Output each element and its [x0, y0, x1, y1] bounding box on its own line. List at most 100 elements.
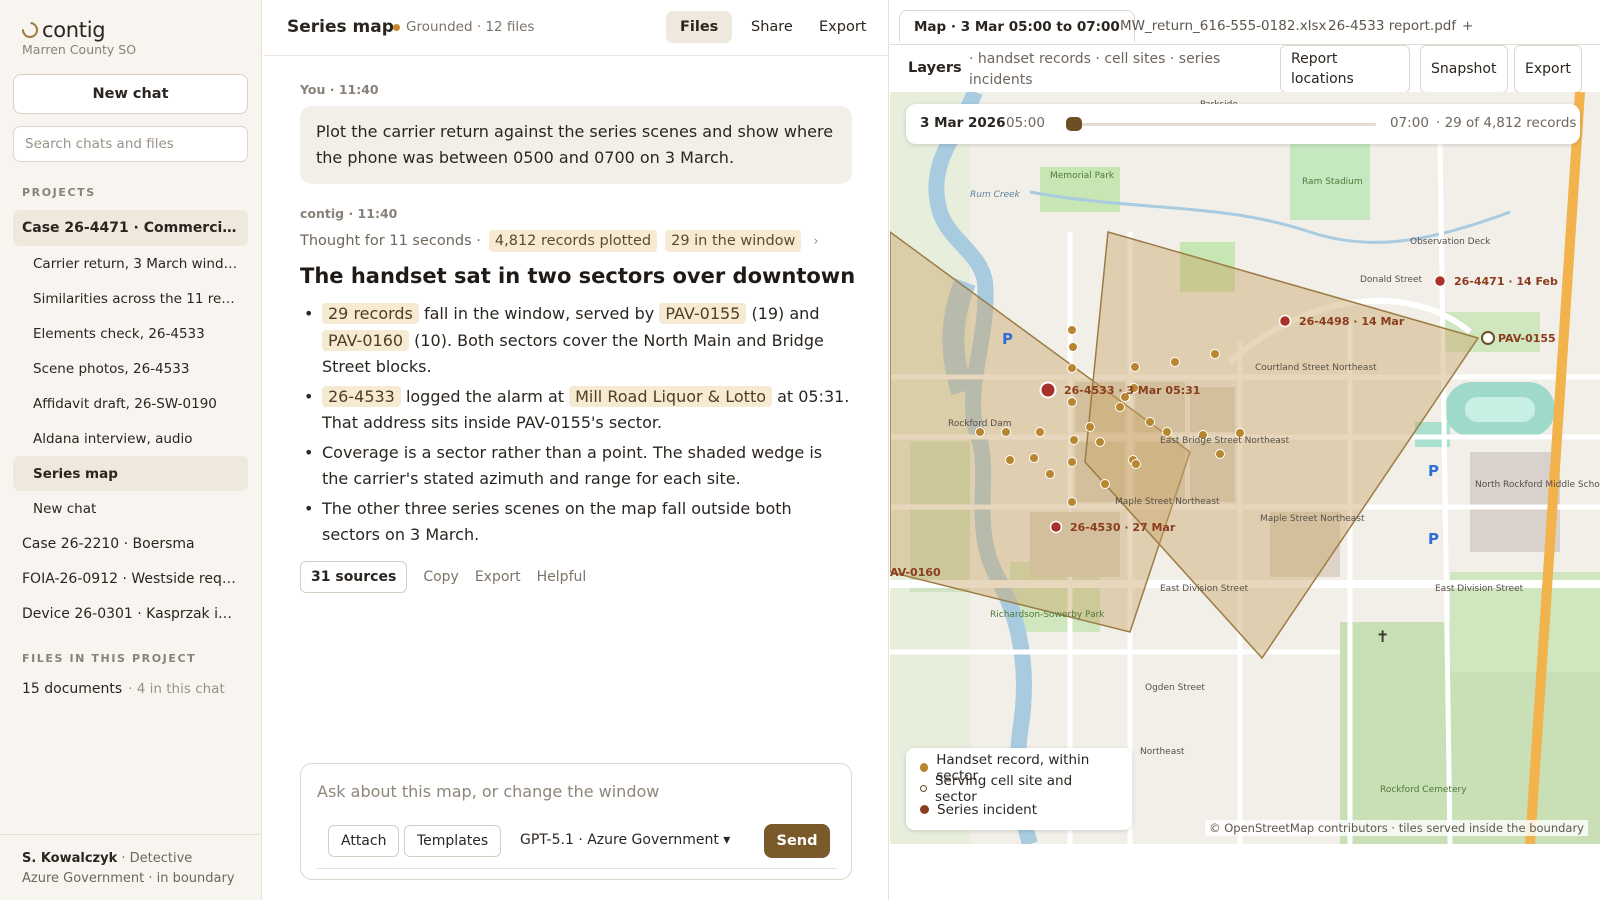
chat-item[interactable]: New chat	[13, 491, 248, 526]
share-button[interactable]: Share	[737, 11, 807, 43]
model-select[interactable]: GPT-5.1 · Azure Government ▾	[520, 832, 730, 848]
cell-site-ring-icon	[920, 785, 927, 792]
chat-pane: Series map Grounded · 12 files Files Sha…	[263, 0, 889, 900]
report-locations-button[interactable]: Report locations	[1280, 45, 1410, 93]
chevron-right-icon[interactable]: ›	[813, 234, 818, 249]
handset-record[interactable]	[1068, 342, 1078, 352]
new-chat-button[interactable]: New chat	[13, 74, 248, 114]
handset-record[interactable]	[1067, 363, 1077, 373]
map-canvas[interactable]: PAV-0155 AV-0160 26-4471 · 14 Feb 26-449…	[890, 92, 1600, 844]
thought-pill: 4,812 records plotted	[488, 230, 658, 252]
send-button[interactable]: Send	[764, 824, 830, 858]
svg-text:Northeast: Northeast	[1140, 747, 1185, 757]
handset-record[interactable]	[1115, 402, 1125, 412]
snapshot-button[interactable]: Snapshot	[1420, 45, 1508, 93]
add-tab-button[interactable]: +	[1448, 10, 1487, 42]
handset-record[interactable]	[1069, 435, 1079, 445]
cell-site-label: AV-0160	[890, 566, 941, 579]
layers-label[interactable]: Layers	[908, 60, 962, 76]
svg-text:Rockford Cemetery: Rockford Cemetery	[1380, 785, 1467, 795]
handset-record[interactable]	[1067, 325, 1077, 335]
user-environment: Azure Government · in boundary	[22, 871, 235, 886]
copy-button[interactable]: Copy	[423, 569, 459, 585]
handset-record[interactable]	[1067, 457, 1077, 467]
handset-record[interactable]	[1045, 469, 1055, 479]
handset-record[interactable]	[1085, 422, 1095, 432]
cell-site-pav-0155[interactable]	[1481, 331, 1495, 345]
chat-item[interactable]: Carrier return, 3 March window	[13, 246, 248, 281]
time-slider-track[interactable]	[1066, 117, 1376, 131]
citation-chip[interactable]: Mill Road Liquor & Lotto	[569, 385, 772, 407]
files-summary[interactable]: 15 documents · 4 in this chat	[22, 681, 225, 697]
handset-record[interactable]	[1035, 427, 1045, 437]
brand[interactable]: contig	[18, 18, 106, 42]
handset-record[interactable]	[1029, 453, 1039, 463]
chat-item[interactable]: Affidavit draft, 26-SW-0190	[13, 386, 248, 421]
time-slider-handle[interactable]	[1066, 117, 1082, 131]
svg-text:Maple Street Northeast: Maple Street Northeast	[1115, 497, 1220, 507]
user-message: Plot the carrier return against the seri…	[300, 106, 852, 184]
chat-item[interactable]: Similarities across the 11 reports	[13, 281, 248, 316]
search-input[interactable]	[13, 126, 248, 162]
attach-button[interactable]: Attach	[328, 825, 400, 857]
handset-record[interactable]	[1005, 455, 1015, 465]
layers-bar: Layers · handset records · cell sites · …	[890, 44, 1600, 93]
project-case-26-4471[interactable]: Case 26-4471 · Commercial burglary serie…	[13, 210, 248, 246]
chat-item[interactable]: Scene photos, 26-4533	[13, 351, 248, 386]
handset-record[interactable]	[1095, 437, 1105, 447]
incident-label: 26-4471 · 14 Feb	[1454, 275, 1558, 288]
handset-record[interactable]	[1131, 459, 1141, 469]
handset-record[interactable]	[1130, 362, 1140, 372]
series-incident-highlighted[interactable]	[1039, 381, 1057, 399]
export-message-button[interactable]: Export	[475, 569, 521, 585]
svg-text:Observation Deck: Observation Deck	[1410, 237, 1491, 247]
handset-record[interactable]	[1170, 357, 1180, 367]
tab-carrier-return[interactable]: MW_return_616-555-0182.xlsx	[1106, 10, 1340, 42]
svg-text:East Division Street: East Division Street	[1435, 584, 1524, 594]
citation-chip[interactable]: PAV-0155	[659, 303, 747, 324]
map-export-button[interactable]: Export	[1514, 45, 1582, 93]
handset-record[interactable]	[1145, 417, 1155, 427]
series-incident[interactable]	[1049, 520, 1063, 534]
tab-report-pdf[interactable]: 26-4533 report.pdf	[1314, 10, 1470, 42]
svg-text:East Bridge Street Northeast: East Bridge Street Northeast	[1160, 436, 1290, 446]
user-footer[interactable]: S. Kowalczyk · Detective Azure Governmen…	[0, 834, 261, 900]
map-svg[interactable]: PAV-0155 AV-0160 26-4471 · 14 Feb 26-449…	[890, 92, 1600, 844]
tab-map[interactable]: Map · 3 Mar 05:00 to 07:00	[899, 10, 1135, 42]
time-end: 07:00	[1390, 115, 1429, 131]
time-window-bar[interactable]: 3 Mar 2026 05:00 07:00 · 29 of 4,812 rec…	[906, 104, 1580, 144]
parking-icon: P	[1428, 530, 1439, 548]
handset-record[interactable]	[1215, 449, 1225, 459]
project-item[interactable]: FOIA-26-0912 · Westside request	[13, 561, 248, 596]
svg-text:Ram Stadium: Ram Stadium	[1302, 177, 1363, 187]
series-incident[interactable]	[1433, 274, 1447, 288]
user-message-meta: You · 11:40	[300, 82, 379, 97]
export-button[interactable]: Export	[805, 11, 880, 43]
thought-summary[interactable]: Thought for 11 seconds · 4,812 records p…	[300, 230, 819, 252]
message-input[interactable]	[317, 778, 837, 804]
handset-record[interactable]	[1210, 349, 1220, 359]
grounded-status: Grounded · 12 files	[393, 19, 534, 35]
svg-text:Richardson-Sowerby Park: Richardson-Sowerby Park	[990, 610, 1105, 620]
citation-chip[interactable]: 26-4533	[322, 385, 401, 407]
citation-chip[interactable]: 29 records	[322, 303, 419, 324]
svg-text:Rockford Dam: Rockford Dam	[948, 419, 1012, 429]
project-item[interactable]: Device 26-0301 · Kasprzak iPhone	[13, 596, 248, 631]
chat-title: Series map	[287, 17, 394, 37]
sidebar: contig Marren County SO New chat PROJECT…	[0, 0, 262, 900]
handset-record[interactable]	[1067, 497, 1077, 507]
sources-button[interactable]: 31 sources	[300, 561, 408, 593]
project-item[interactable]: Case 26-2210 · Boersma	[13, 526, 248, 561]
citation-chip[interactable]: PAV-0160	[322, 329, 410, 351]
layers-description: · handset records · cell sites · series …	[969, 51, 1221, 88]
templates-button[interactable]: Templates	[404, 825, 502, 857]
files-button[interactable]: Files	[666, 11, 733, 43]
chat-item-active[interactable]: Series map	[13, 456, 248, 491]
files-in-chat: · 4 in this chat	[128, 681, 225, 697]
series-incident[interactable]	[1278, 314, 1292, 328]
chat-item[interactable]: Elements check, 26-4533	[13, 316, 248, 351]
helpful-button[interactable]: Helpful	[537, 569, 587, 585]
chat-item[interactable]: Aldana interview, audio	[13, 421, 248, 456]
handset-record[interactable]	[1100, 479, 1110, 489]
handset-record[interactable]	[1067, 397, 1077, 407]
